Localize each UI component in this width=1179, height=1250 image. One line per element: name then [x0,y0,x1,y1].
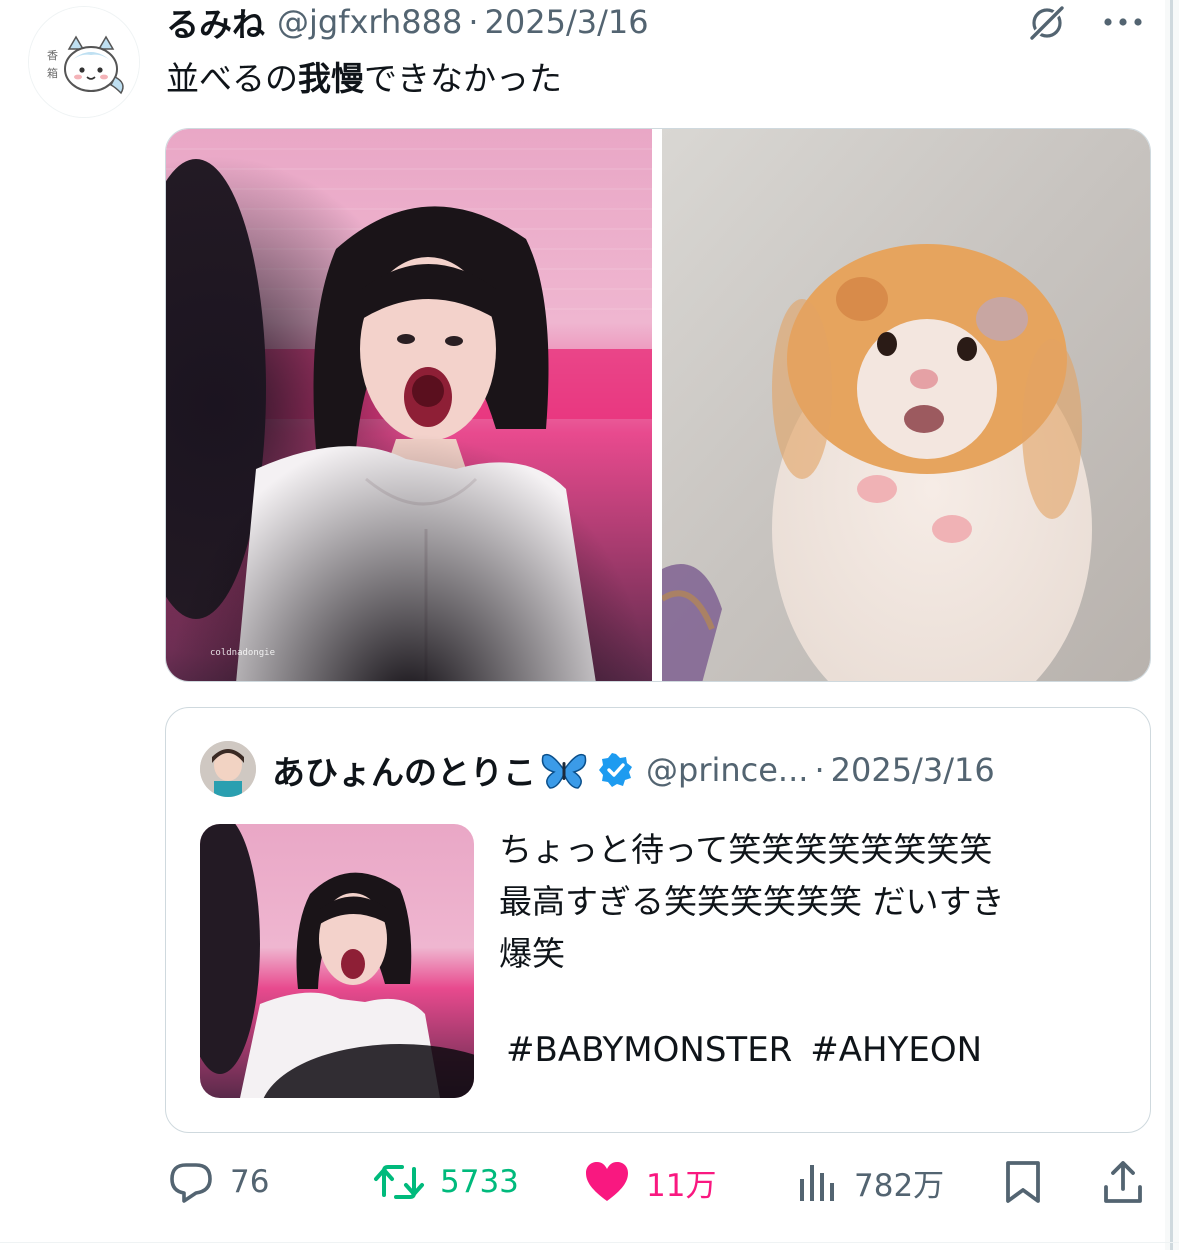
view-count: 782万 [854,1167,945,1204]
tweet-text-part: できなかった [364,59,562,98]
quoted-author-avatar[interactable] [200,741,256,797]
scrollbar-track[interactable] [1165,0,1179,1250]
views-button[interactable]: 782万 [794,1152,944,1212]
reply-count: 76 [230,1164,270,1200]
media-photo-performer[interactable]: coldnadongie [166,129,652,681]
svg-text:箱: 箱 [47,66,58,80]
tweet-text-bold: 我慢 [298,59,364,98]
quoted-tweet-text: ちょっと待って笑笑笑笑笑笑笑笑 最高すぎる笑笑笑笑笑笑 だいすき 爆笑 [499,824,1119,980]
hashtag-ahyeon[interactable]: #AHYEON [810,1030,982,1070]
header-separator: · [468,3,479,41]
reply-button[interactable]: 76 [166,1152,269,1212]
quoted-display-name[interactable]: あひょんのとりこ [272,746,536,794]
media-divider [652,129,662,681]
tweet-text-part: 並べるの [166,59,298,98]
butterfly-emoji-icon [540,750,588,790]
tweet-action-bar: 76 5733 11万 782万 [166,1152,1146,1212]
more-options-icon[interactable] [1096,2,1150,42]
tweet-header: るみね @jgfxrh888 · 2025/3/16 [166,0,649,44]
tweet-divider [0,1242,1179,1243]
bookmark-icon [1006,1161,1040,1203]
bookmark-button[interactable] [1000,1152,1046,1212]
like-count: 11万 [646,1167,717,1204]
tweet-media: coldnadongie [165,128,1151,682]
views-chart-icon [800,1165,834,1201]
media-photo-hamster[interactable] [662,129,1150,681]
author-display-name[interactable]: るみね [166,0,265,46]
scrollbar-thumb[interactable] [1170,0,1173,1250]
heart-filled-icon [586,1162,628,1201]
quoted-tweet-header: あひょんのとりこ @prince... · 2025/3/16 [272,744,995,796]
hashtag-babymonster[interactable]: #BABYMONSTER [506,1030,792,1070]
grok-icon[interactable] [1022,0,1072,46]
retweet-button[interactable]: 5733 [372,1152,519,1212]
quoted-media-thumbnail[interactable] [200,824,474,1098]
tweet-text: 並べるの我慢できなかった [166,52,562,100]
author-avatar[interactable]: 香 箱 [28,6,140,118]
quoted-text-line: ちょっと待って笑笑笑笑笑笑笑笑 [499,830,993,869]
author-handle[interactable]: @jgfxrh888 [277,3,462,41]
verified-badge-icon [598,752,634,788]
like-button[interactable]: 11万 [582,1152,716,1212]
share-button[interactable] [1100,1152,1146,1212]
quoted-handle[interactable]: @prince... [646,751,808,789]
quoted-hashtags: #BABYMONSTER #AHYEON [506,1030,982,1070]
quoted-separator: · [814,751,825,789]
retweet-count: 5733 [440,1164,519,1200]
reply-icon [170,1163,212,1203]
quoted-text-line: 最高すぎる笑笑笑笑笑笑 だいすき [499,882,1005,921]
quoted-date[interactable]: 2025/3/16 [831,751,995,789]
quoted-tweet-card[interactable]: あひょんのとりこ @prince... · 2025/3/16 ちょっと待って笑… [165,707,1151,1133]
svg-text:香: 香 [47,49,58,62]
chiikawa-hachiware-avatar-icon: 香 箱 [29,7,139,117]
photo-watermark: coldnadongie [210,648,275,658]
retweet-icon [374,1165,424,1199]
tweet-date[interactable]: 2025/3/16 [485,3,649,41]
share-icon [1104,1161,1142,1203]
quoted-text-line: 爆笑 [499,934,565,973]
